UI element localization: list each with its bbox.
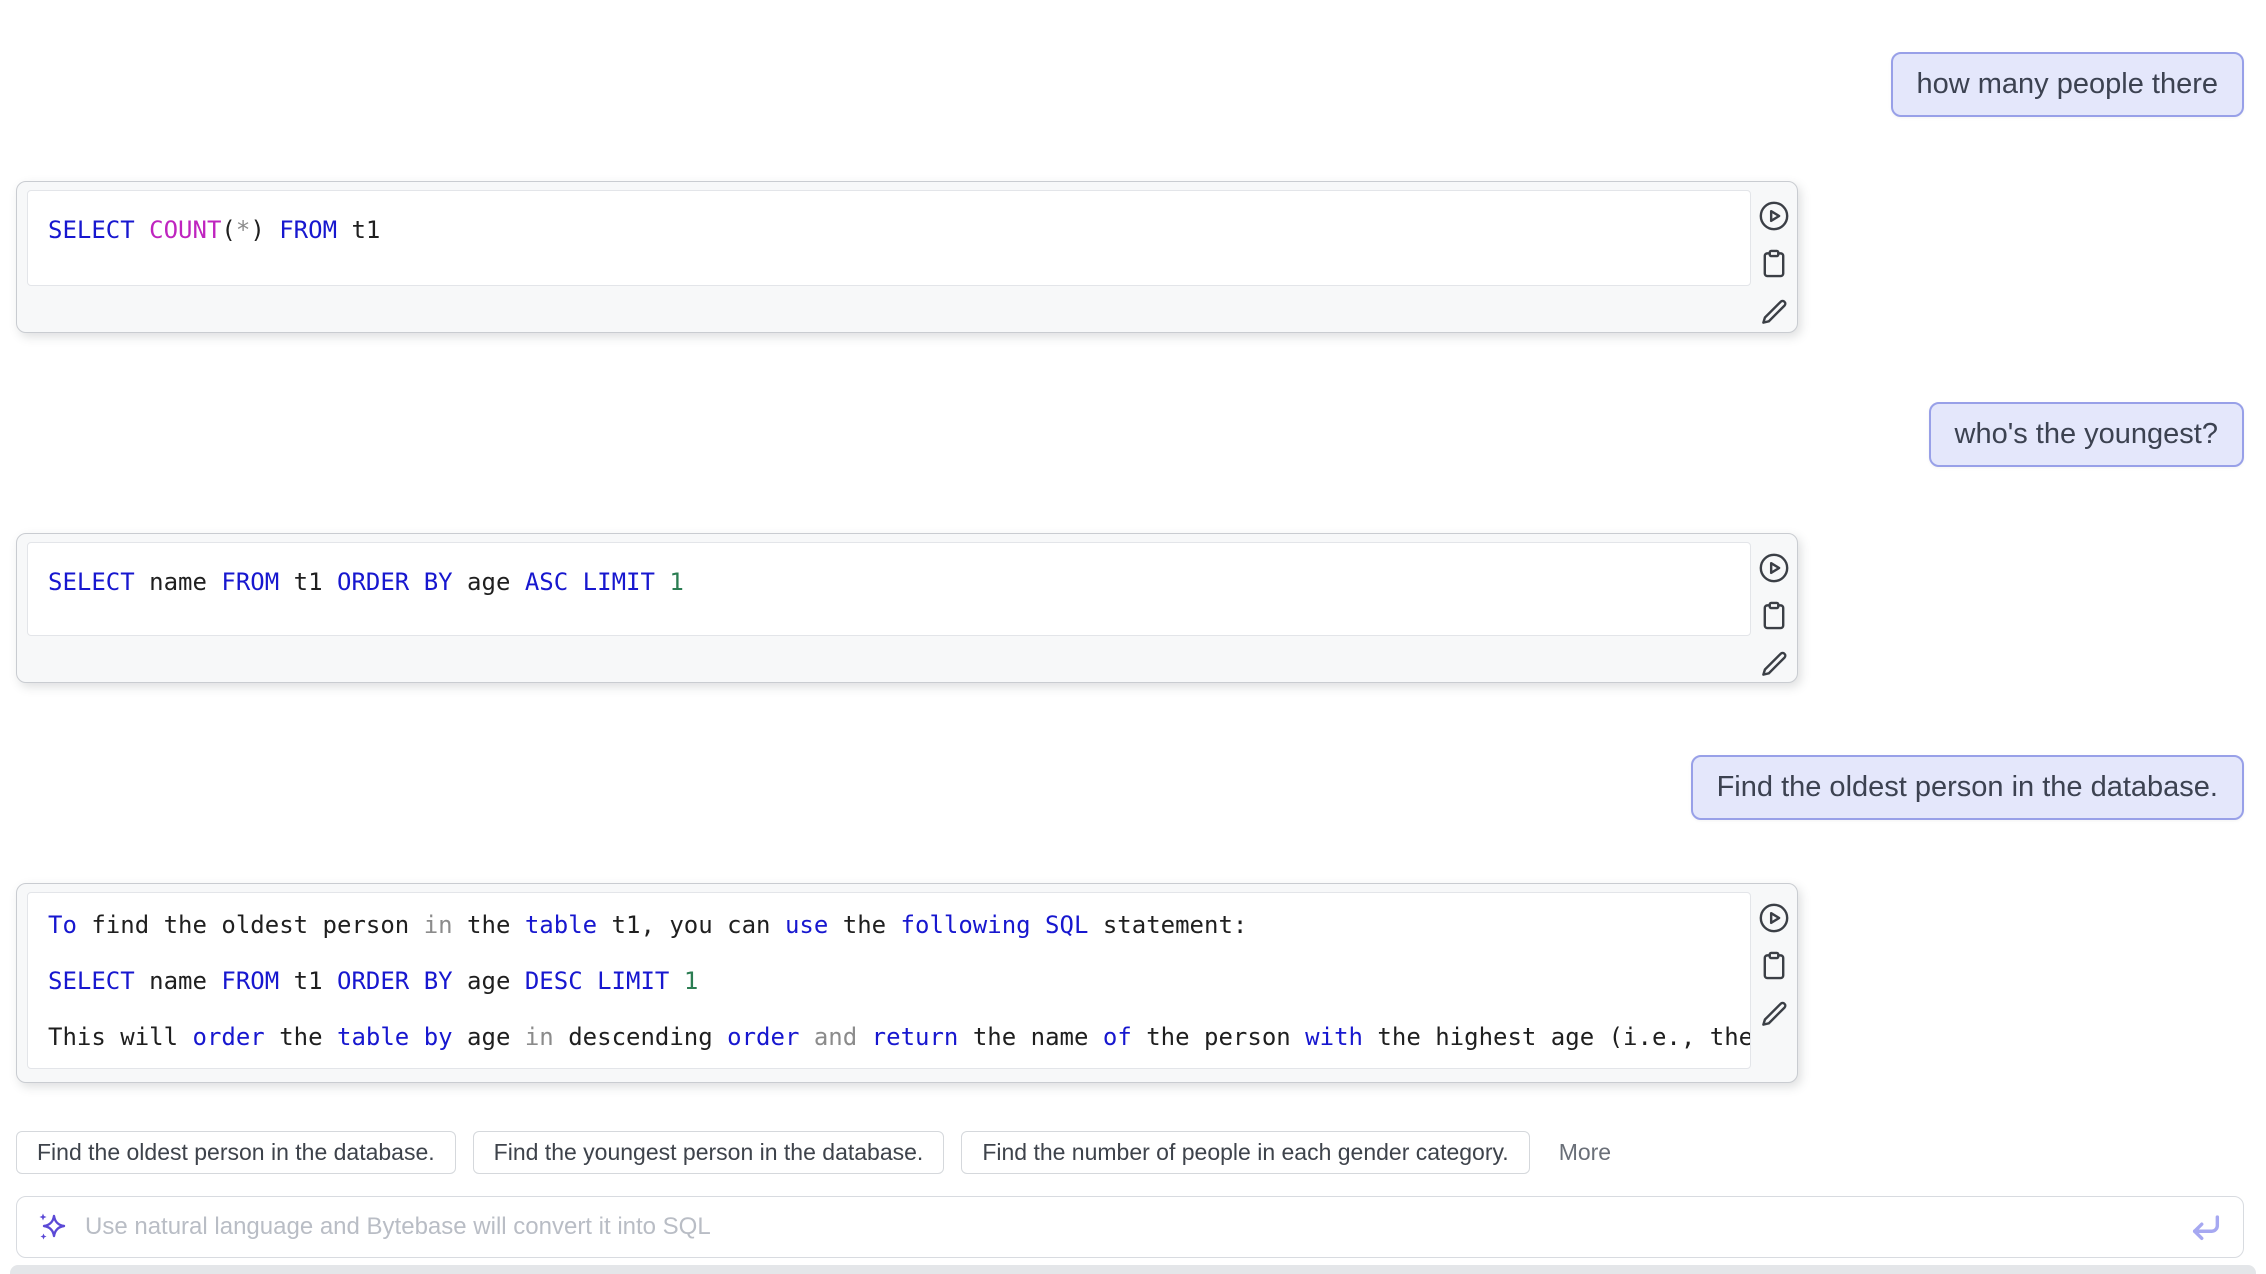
sql-response-card: To find the oldest person in the table t… [16, 883, 1798, 1083]
sql-chat-screen: how many people there who's the youngest… [0, 0, 2266, 1274]
natural-language-input[interactable] [83, 1212, 2175, 1242]
run-sql-button[interactable] [1757, 551, 1791, 585]
suggestion-find-oldest[interactable]: Find the oldest person in the database. [16, 1131, 456, 1174]
sql-card-actions [1757, 901, 1791, 1031]
submit-query-button[interactable] [2189, 1210, 2223, 1244]
pencil-icon [1757, 997, 1791, 1031]
return-arrow-icon [2189, 1210, 2223, 1244]
play-circle-icon [1757, 551, 1791, 585]
copy-sql-button[interactable] [1757, 247, 1791, 281]
more-suggestions-button[interactable]: More [1547, 1131, 1623, 1174]
user-message-bubble: how many people there [1891, 52, 2244, 117]
edit-sql-button[interactable] [1757, 647, 1791, 681]
copy-sql-button[interactable] [1757, 599, 1791, 633]
user-message-bubble: who's the youngest? [1929, 402, 2245, 467]
sql-response-card: SELECT name FROM t1 ORDER BY age ASC LIM… [16, 533, 1798, 683]
user-message-bubble: Find the oldest person in the database. [1691, 755, 2244, 820]
sql-editor[interactable]: To find the oldest person in the table t… [27, 892, 1751, 1069]
play-circle-icon [1757, 901, 1791, 935]
sql-card-actions [1757, 551, 1791, 681]
composer-bar [16, 1196, 2244, 1258]
bottom-panel-divider [10, 1265, 2256, 1274]
sql-editor[interactable]: SELECT name FROM t1 ORDER BY age ASC LIM… [27, 542, 1751, 636]
run-sql-button[interactable] [1757, 901, 1791, 935]
play-circle-icon [1757, 199, 1791, 233]
edit-sql-button[interactable] [1757, 295, 1791, 329]
pencil-icon [1757, 647, 1791, 681]
copy-sql-button[interactable] [1757, 949, 1791, 983]
sql-editor[interactable]: SELECT COUNT(*) FROM t1 [27, 190, 1751, 286]
suggestion-find-youngest[interactable]: Find the youngest person in the database… [473, 1131, 945, 1174]
sql-response-card: SELECT COUNT(*) FROM t1 [16, 181, 1798, 333]
clipboard-icon [1757, 949, 1791, 983]
edit-sql-button[interactable] [1757, 997, 1791, 1031]
run-sql-button[interactable] [1757, 199, 1791, 233]
suggestion-gender-count[interactable]: Find the number of people in each gender… [961, 1131, 1529, 1174]
sql-card-actions [1757, 199, 1791, 329]
pencil-icon [1757, 295, 1791, 329]
sparkles-icon [37, 1211, 69, 1243]
clipboard-icon [1757, 599, 1791, 633]
suggestion-row: Find the oldest person in the database. … [16, 1131, 1623, 1174]
clipboard-icon [1757, 247, 1791, 281]
